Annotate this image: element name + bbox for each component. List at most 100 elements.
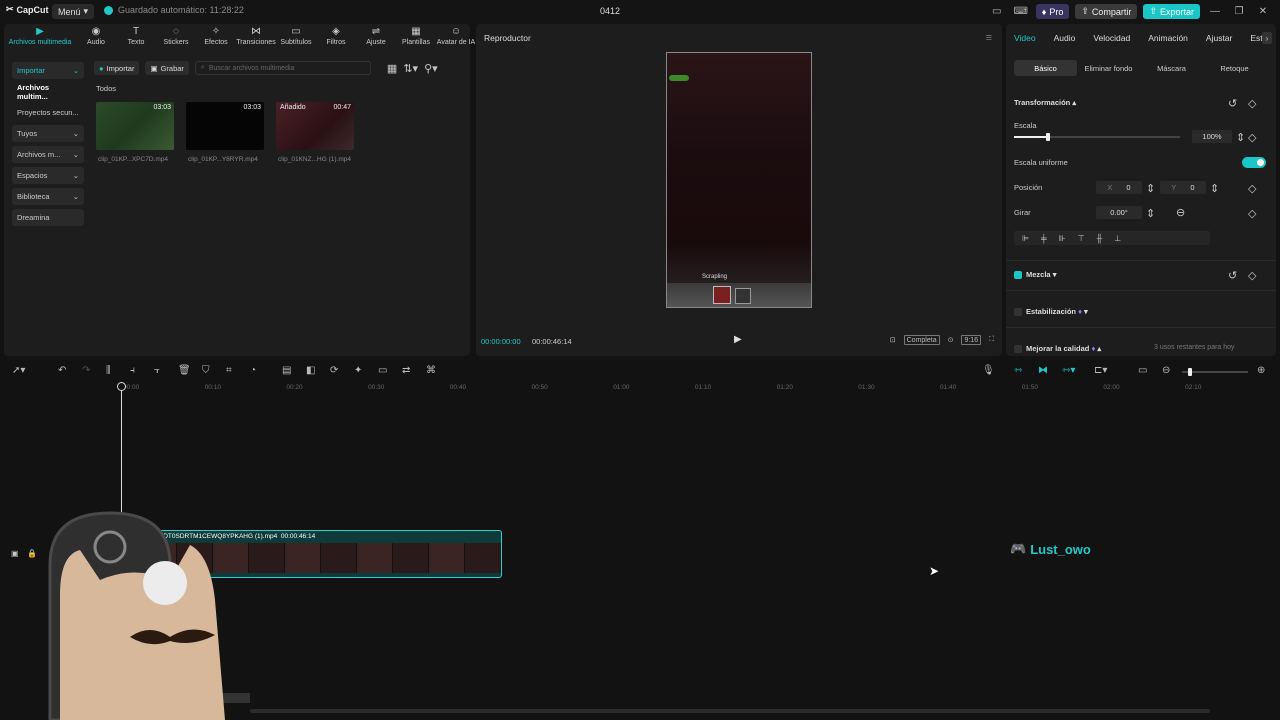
shield-icon[interactable]: ⛉ <box>202 365 210 376</box>
tab-filter[interactable]: ◈ Filtros <box>316 26 356 52</box>
playhead[interactable] <box>121 382 122 512</box>
stepper-icon[interactable]: ⇕ <box>1146 182 1155 195</box>
tab-adjust[interactable]: ⇌ Ajuste <box>356 26 396 52</box>
transform-section[interactable]: Transformación ▴ <box>1014 98 1076 107</box>
sidebar-item[interactable]: Dreamina <box>12 209 84 226</box>
quality-section[interactable]: Mejorar la calidad ♦ ▴ <box>1014 344 1101 354</box>
rotate-icon[interactable]: ⟳ <box>330 365 338 376</box>
timeline-ruler[interactable]: 00:00 00:10 00:20 00:30 00:40 00:50 01:00 01:10… <box>0 382 1280 394</box>
inspector-tab[interactable]: Est <box>1250 33 1262 43</box>
scale-slider[interactable] <box>1014 133 1180 141</box>
mirror-icon[interactable]: ◧ <box>306 365 315 376</box>
split-icon[interactable]: ⫼ <box>106 365 111 376</box>
preview-axis-icon[interactable]: ⊏▾ <box>1094 365 1107 376</box>
play-button[interactable]: ▶ <box>734 334 742 345</box>
tab-transition[interactable]: ⋈ Transiciones <box>236 26 276 52</box>
sidebar-item[interactable]: Biblioteca ⌄ <box>12 188 84 205</box>
inspector-subtab[interactable]: Eliminar fondo <box>1077 60 1140 76</box>
keyframe-icon[interactable]: ◇ <box>1248 97 1256 110</box>
player-menu-icon[interactable]: ≡ <box>986 32 992 44</box>
freeze-icon[interactable]: ▤ <box>282 365 291 376</box>
inspector-subtab[interactable]: Máscara <box>1140 60 1203 76</box>
tab-audio[interactable]: ◉ Audio <box>76 26 116 52</box>
magnet-icon[interactable]: ⧓ <box>1038 365 1048 376</box>
stepper-icon[interactable]: ⇕ <box>1146 207 1155 220</box>
inspector-tab[interactable]: Ajustar <box>1206 33 1232 43</box>
sidebar-item[interactable]: Tuyos ⌄ <box>12 125 84 142</box>
align-center-icon[interactable]: ╪ <box>1041 234 1047 243</box>
scale-input[interactable]: 100% <box>1192 130 1232 143</box>
shortcuts-icon[interactable]: ⌨ <box>1012 4 1030 19</box>
timeline-scrollbar[interactable] <box>250 709 1210 713</box>
align-right-icon[interactable]: ⊪ <box>1059 234 1066 243</box>
delete-icon[interactable]: 🗑 <box>178 365 191 376</box>
zoom-slider-handle[interactable] <box>1188 368 1192 376</box>
inspector-tab[interactable]: Video <box>1014 33 1036 43</box>
inspector-tab[interactable]: Velocidad <box>1093 33 1130 43</box>
magic-icon[interactable]: ✦ <box>354 365 362 376</box>
playhead-handle[interactable] <box>117 382 126 391</box>
tab-template[interactable]: ▦ Plantillas <box>396 26 436 52</box>
fullscreen-icon[interactable]: ⛶ <box>989 336 994 344</box>
sidebar-item[interactable]: Espacios ⌄ <box>12 167 84 184</box>
microphone-icon[interactable]: 🎙 <box>982 365 995 376</box>
reset-icon[interactable]: ↺ <box>1228 97 1237 110</box>
sidebar-item[interactable]: Archivos m... ⌄ <box>12 146 84 163</box>
sidebar-item[interactable]: Archivos multim... <box>12 83 84 101</box>
uniform-scale-toggle[interactable] <box>1242 157 1266 168</box>
quality-checkbox[interactable] <box>1014 345 1022 354</box>
speed-icon[interactable]: ◔ <box>250 365 256 376</box>
crop-icon[interactable]: ⊡ <box>890 336 896 344</box>
scale-slider-handle[interactable] <box>1046 133 1050 141</box>
caption-track-icon[interactable]: ▭ <box>1138 365 1147 376</box>
position-x-input[interactable]: X0 <box>1096 181 1142 194</box>
blend-section[interactable]: Mezcla ▾ <box>1014 270 1056 280</box>
select-tool-icon[interactable]: ➚▾ <box>12 365 25 376</box>
tab-subtitle[interactable]: ▭ Subtítulos <box>276 26 316 52</box>
tab-text[interactable]: T Texto <box>116 26 156 52</box>
inspector-subtab[interactable]: Básico <box>1014 60 1077 76</box>
keyframe-icon[interactable]: ◇ <box>1248 131 1256 144</box>
media-thumbnail[interactable]: 00:47 Añadido <box>276 102 354 150</box>
tab-media[interactable]: ▶ Archivos multimedia <box>4 26 76 52</box>
tab-sticker[interactable]: ◌ Stickers <box>156 26 196 52</box>
pro-button[interactable]: ♦ Pro <box>1035 4 1070 19</box>
zoom-out-icon[interactable]: ⊖ <box>1162 365 1170 376</box>
crop-icon[interactable]: ⌗ <box>226 365 232 376</box>
undo-icon[interactable]: ↶ <box>58 365 66 376</box>
record-button[interactable]: ▣ Grabar <box>145 61 189 75</box>
caption-icon[interactable]: ▭ <box>378 365 387 376</box>
media-search-input[interactable]: ⌕ Buscar archivos multimedia <box>194 61 371 75</box>
inspector-subtab[interactable]: Retoque <box>1203 60 1266 76</box>
split-right-icon[interactable]: ⫟ <box>154 365 160 376</box>
menu-button[interactable]: Menú ▾ <box>52 4 95 19</box>
zoom-fit-icon[interactable]: ⊙ <box>948 336 954 344</box>
align-middle-icon[interactable]: ╫ <box>1097 234 1103 243</box>
stabilize-checkbox[interactable] <box>1014 308 1022 317</box>
snap-icon[interactable]: ⇿▾ <box>1062 365 1075 376</box>
stepper-icon[interactable]: ⇕ <box>1236 131 1245 144</box>
stabilize-section[interactable]: Estabilización ♦ ▾ <box>1014 307 1088 317</box>
media-thumbnail[interactable]: 03:03 <box>186 102 264 150</box>
share-button[interactable]: ⇪ Compartir <box>1075 4 1138 19</box>
layout-icon[interactable]: ▭ <box>988 4 1006 19</box>
align-top-icon[interactable]: ⊤ <box>1078 234 1085 243</box>
replace-icon[interactable]: ⇄ <box>402 365 410 376</box>
export-button[interactable]: ⇧ Exportar <box>1143 4 1200 19</box>
aspect-ratio-selector[interactable]: 9:16 <box>961 335 982 345</box>
quality-selector[interactable]: Completa <box>903 335 940 345</box>
inspector-tab[interactable]: Audio <box>1054 33 1076 43</box>
inspector-tab[interactable]: Animación <box>1148 33 1188 43</box>
keyframe-icon[interactable]: ◇ <box>1248 269 1256 282</box>
align-left-icon[interactable]: ⊫ <box>1022 234 1029 243</box>
zoom-slider[interactable] <box>1182 368 1248 376</box>
tab-effects[interactable]: ✧ Efectos <box>196 26 236 52</box>
zoom-in-icon[interactable]: ⊕ <box>1257 365 1265 376</box>
redo-icon[interactable]: ↷ <box>82 365 90 376</box>
media-thumbnail[interactable]: 03:03 <box>96 102 174 150</box>
close-icon[interactable]: ✕ <box>1254 4 1272 19</box>
stepper-icon[interactable]: ⇕ <box>1210 182 1219 195</box>
sidebar-item[interactable]: Proyectos secun... <box>12 104 84 121</box>
chevron-right-icon[interactable]: › <box>1262 32 1272 44</box>
blend-checkbox[interactable] <box>1014 271 1022 280</box>
